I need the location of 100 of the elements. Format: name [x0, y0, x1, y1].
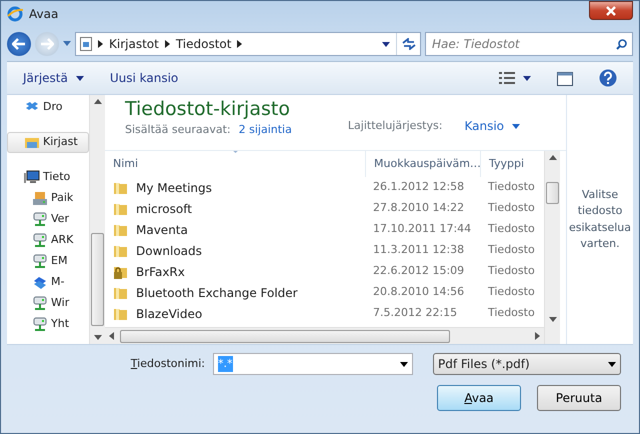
help-icon	[599, 69, 617, 88]
file-name[interactable]: Bluetooth Exchange Folder	[136, 284, 298, 302]
folder-icon	[113, 243, 128, 258]
folder-icon	[113, 306, 128, 321]
file-type-dropdown[interactable]: Pdf Files (*.pdf)	[433, 353, 621, 375]
sidebar-item[interactable]: Yht	[7, 314, 89, 335]
scroll-down-arrow-icon[interactable]	[548, 317, 556, 322]
horizontal-scrollbar[interactable]	[105, 327, 544, 344]
sort-label: Lajittelujärjestys:	[348, 118, 442, 134]
sidebar-item[interactable]: Kirjast	[7, 132, 89, 153]
search-icon	[616, 39, 627, 50]
pane-icon	[557, 72, 573, 86]
scrollbar-thumb[interactable]	[91, 233, 104, 326]
network-drive-icon	[32, 317, 48, 332]
refresh-arrows-icon	[402, 38, 416, 50]
file-name[interactable]: Downloads	[136, 242, 202, 260]
dropdown-caret-icon[interactable]	[382, 42, 390, 46]
breadcrumb-link[interactable]: Kirjastot	[109, 35, 159, 53]
scroll-up-arrow-icon[interactable]	[548, 155, 556, 160]
sidebar-item[interactable]: Dro	[7, 97, 89, 118]
search-field[interactable]: Hae: Tiedostot	[425, 32, 633, 56]
address-bar[interactable]: Kirjastot Tiedostot	[75, 32, 421, 56]
scroll-left-arrow-icon[interactable]	[109, 332, 114, 340]
chevron-right-icon	[164, 40, 170, 48]
sort-dropdown[interactable]: Kansio	[458, 115, 526, 137]
type-cell-text: Tiedosto	[487, 221, 536, 238]
library-subtitle: Sisältää seuraavat:	[125, 122, 231, 138]
file-name-label: Tiedostonimi:	[130, 356, 205, 372]
forward-arrow-icon	[40, 38, 54, 50]
sidebar-item[interactable]: Paik	[7, 188, 89, 209]
scrollbar-thumb[interactable]	[120, 330, 450, 342]
caret-down-icon	[76, 76, 84, 80]
breadcrumb-link[interactable]: Tiedostot	[176, 35, 232, 53]
network-drive-icon	[32, 296, 48, 311]
date-cell-text: 7.5.2012 22:15	[372, 305, 458, 322]
file-name[interactable]: microsoft	[136, 200, 192, 218]
file-name[interactable]: My Meetings	[136, 178, 212, 196]
caret-down-icon	[512, 124, 520, 128]
cancel-button[interactable]: Peruuta	[537, 385, 621, 411]
network-drive-icon	[32, 254, 48, 269]
toolbar-button[interactable]: Järjestä	[17, 67, 90, 89]
type-cell-text: Tiedosto	[487, 242, 536, 258]
file-name[interactable]: BrFaxRx	[136, 262, 185, 280]
close-button[interactable]	[589, 1, 633, 20]
history-dropdown-icon[interactable]	[63, 41, 71, 47]
type-cell-text: Tiedosto	[487, 305, 536, 322]
sidebar-item[interactable]: ARK	[7, 230, 89, 251]
chevron-right-icon	[237, 40, 242, 48]
sidebar-item[interactable]: Tieto	[7, 167, 89, 188]
close-icon	[606, 6, 616, 16]
list-scrollbar[interactable]	[544, 151, 560, 344]
caret-down-icon	[523, 76, 531, 80]
type-cell-text: Tiedosto	[487, 284, 536, 300]
folder-icon	[113, 222, 128, 237]
window-title: Avaa	[29, 6, 58, 23]
folder-icon	[113, 201, 128, 216]
sidebar-item[interactable]: M-	[7, 272, 89, 293]
browser-logo-icon	[7, 6, 23, 22]
folder-icon	[113, 285, 128, 300]
computer-icon	[24, 170, 40, 185]
drive-icon	[32, 191, 48, 206]
folder-icon	[113, 180, 128, 195]
back-arrow-icon	[12, 38, 26, 50]
document-icon	[80, 37, 92, 51]
date-cell-text: 22.6.2012 15:09	[372, 263, 466, 280]
dropdown-caret-icon	[400, 362, 408, 366]
locations-link[interactable]: 2 sijaintia	[238, 122, 292, 138]
type-cell-text: Tiedosto	[487, 263, 536, 280]
date-cell-text: 26.1.2012 12:58	[372, 179, 466, 196]
sidebar-item[interactable]: Wir	[7, 293, 89, 314]
back-button[interactable]	[7, 32, 31, 56]
list-view-icon	[499, 72, 515, 84]
scroll-up-arrow-icon[interactable]	[94, 99, 102, 104]
sidebar-item[interactable]: EM	[7, 251, 89, 272]
network-drive-icon	[32, 212, 48, 227]
dropdown-caret-icon	[608, 362, 616, 366]
scrollbar-thumb[interactable]	[546, 182, 559, 204]
date-cell-text: 11.3.2011 12:38	[372, 242, 466, 258]
chevron-right-icon	[98, 40, 103, 48]
library-folder-icon	[24, 135, 40, 150]
locked-folder-icon	[113, 264, 128, 279]
date-cell-text: 20.8.2010 14:56	[372, 284, 466, 300]
file-name[interactable]: BlazeVideo	[136, 304, 202, 322]
sidebar-scrollbar[interactable]	[89, 95, 105, 344]
network-share-icon	[32, 275, 48, 290]
date-cell-text: 17.10.2011 17:44	[372, 221, 472, 238]
scroll-down-arrow-icon[interactable]	[94, 335, 102, 340]
network-drive-icon	[32, 233, 48, 248]
type-cell-text: Tiedosto	[487, 200, 536, 216]
column-header[interactable]: Nimi	[105, 151, 365, 177]
type-cell-text: Tiedosto	[487, 179, 536, 196]
sidebar-item[interactable]: Ver	[7, 209, 89, 230]
file-name[interactable]: Maventa	[136, 220, 188, 238]
toolbar-button[interactable]: Uusi kansio	[104, 67, 184, 89]
scroll-right-arrow-icon[interactable]	[535, 332, 540, 340]
date-cell-text: 27.8.2010 14:22	[372, 200, 466, 216]
library-title: Tiedostot-kirjasto	[125, 99, 291, 120]
column-header[interactable]: Muokkauspäiväm…	[365, 151, 480, 177]
preview-message: Valitse tiedosto esikatselua varten.	[568, 186, 632, 252]
open-button[interactable]: Avaa	[437, 385, 521, 411]
